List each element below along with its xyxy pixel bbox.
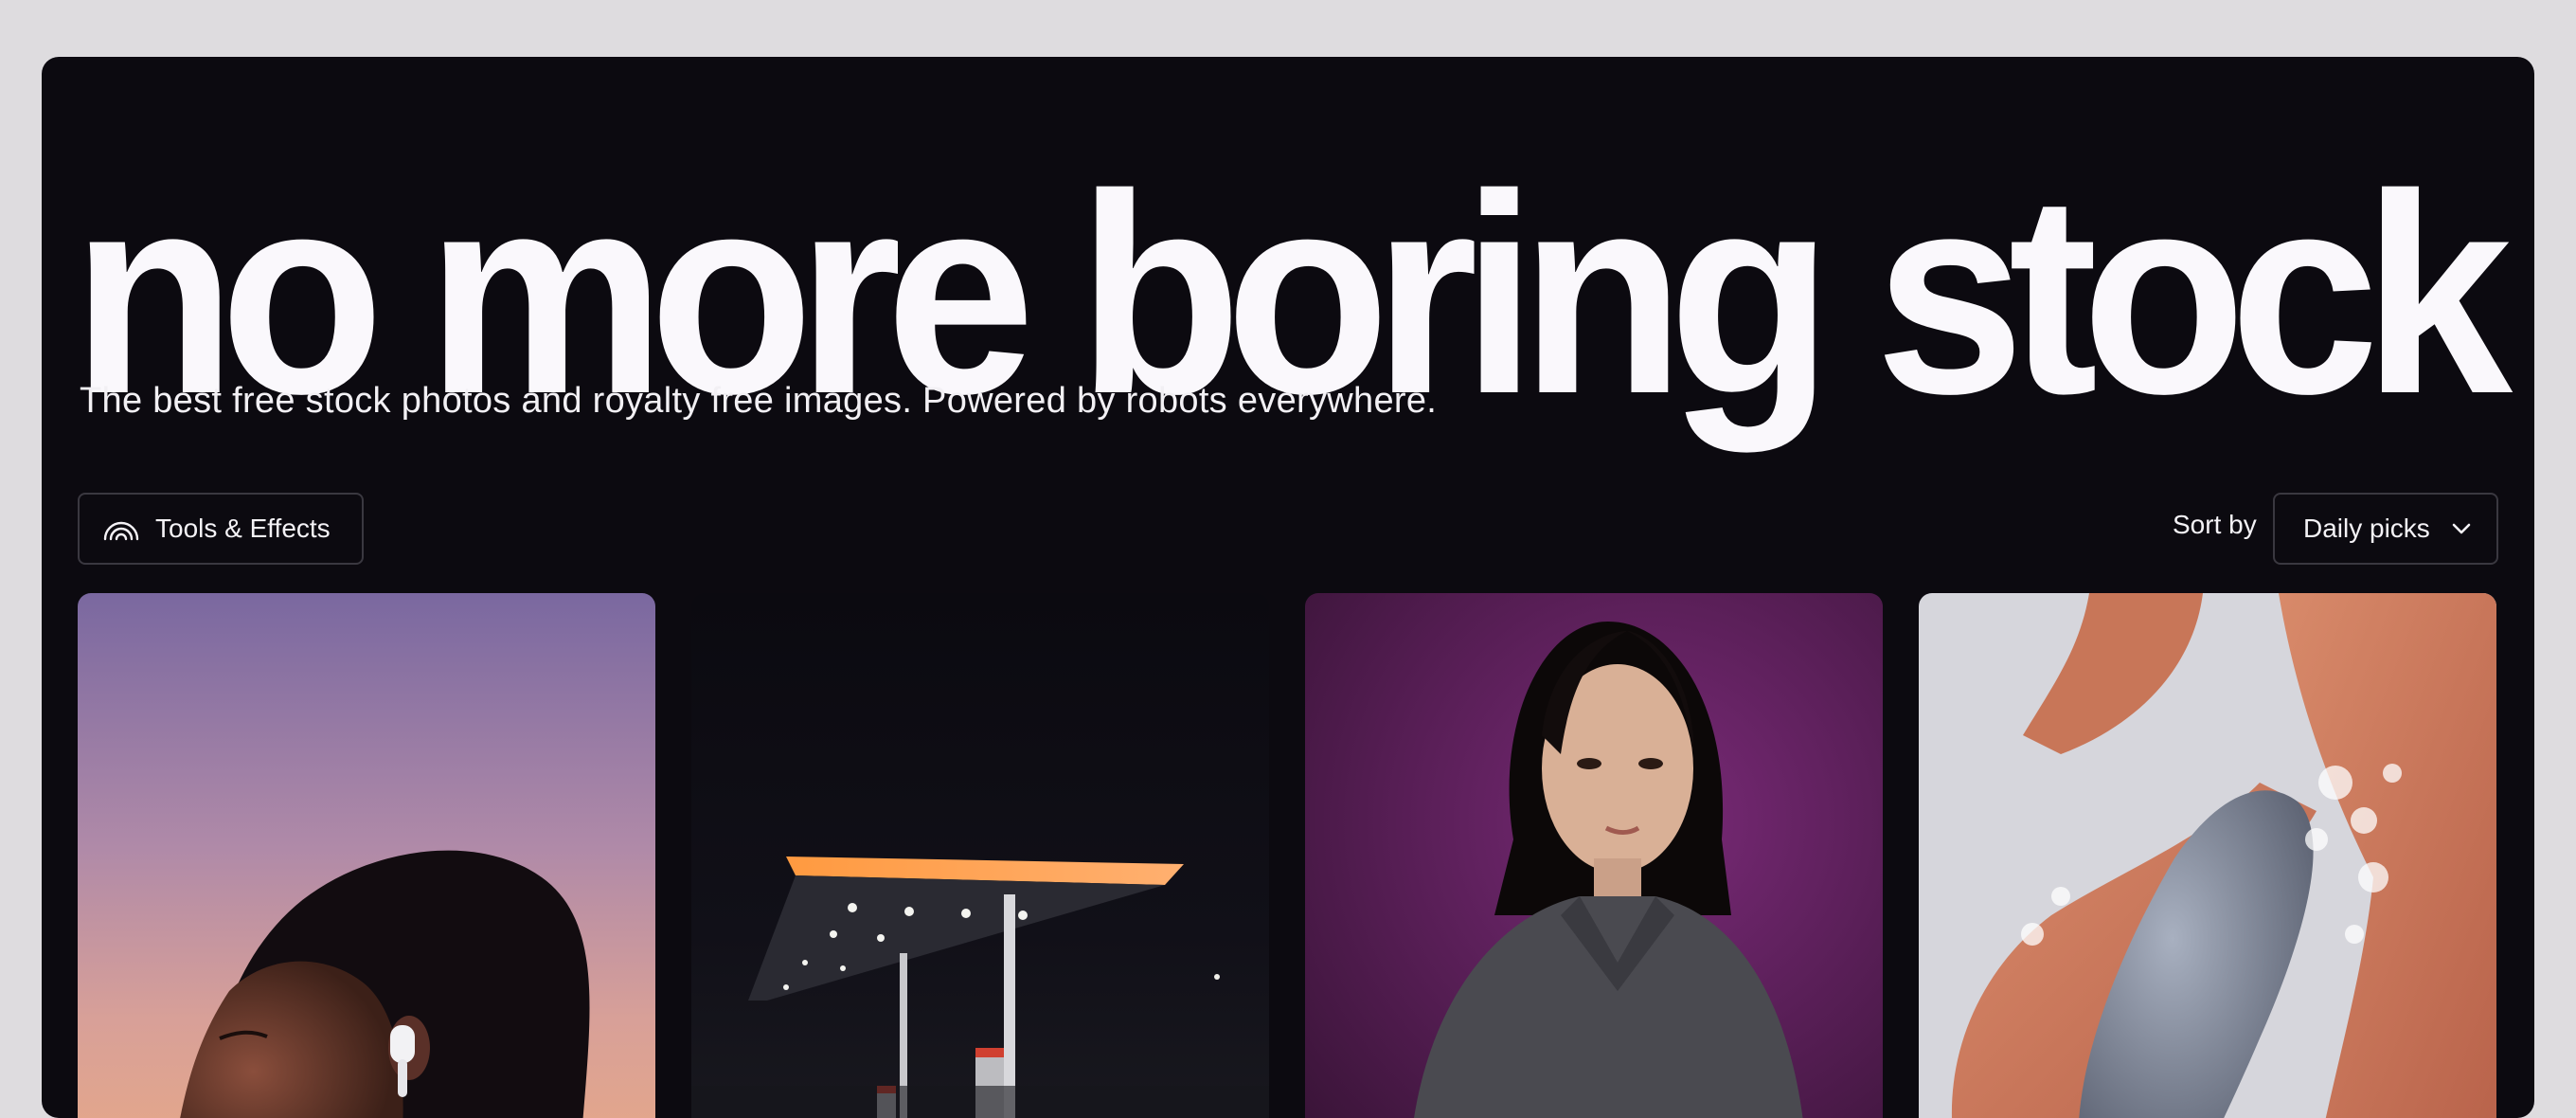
sort-dropdown[interactable]: Daily picks [2273, 493, 2498, 565]
photo-card-woman-purple[interactable] [1305, 593, 1883, 1118]
photo-woman-earbuds [78, 593, 655, 1118]
chevron-down-icon [2451, 521, 2472, 536]
photo-gas-station [691, 593, 1269, 1118]
sort-dropdown-value: Daily picks [2303, 514, 2430, 543]
photo-card-woman-earbuds[interactable] [78, 593, 655, 1118]
tools-effects-button[interactable]: Tools & Effects [78, 493, 364, 565]
photo-card-hands-soap[interactable] [1919, 593, 2496, 1118]
tools-effects-label: Tools & Effects [155, 514, 331, 543]
photo-woman-purple [1305, 593, 1883, 1118]
photo-hands-soap [1919, 593, 2496, 1118]
sort-by-label: Sort by [2173, 510, 2257, 539]
hero-subtitle: The best free stock photos and royalty f… [80, 381, 1438, 421]
rainbow-icon [102, 516, 140, 541]
photo-card-gas-station[interactable] [691, 593, 1269, 1118]
main-panel: no more boring stock The best free stock… [42, 57, 2534, 1118]
